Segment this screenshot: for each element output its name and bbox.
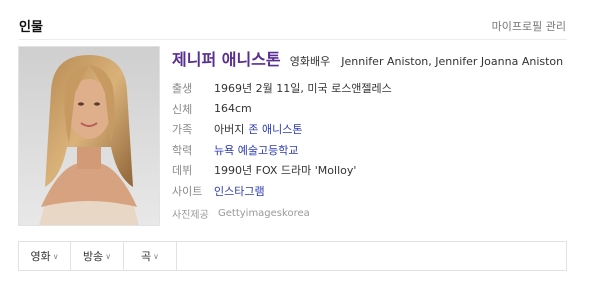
site-label: 사이트 [172, 184, 203, 198]
photo-credit-row: 사진제공 Gettyimageskorea [172, 203, 392, 224]
credit-value: Gettyimageskorea [218, 207, 310, 219]
person-name-link[interactable]: 제니퍼 애니스톤 [172, 50, 281, 69]
english-name: Jennifer Aniston, Jennifer Joanna Anisto… [341, 55, 564, 68]
instagram-link[interactable]: 인스타그램 [214, 183, 265, 199]
debut-value: 1990년 FOX 드라마 'Molloy' [214, 164, 357, 178]
education-link[interactable]: 뉴욕 예술고등학교 [214, 142, 298, 158]
tab-song-label: 곡 [141, 250, 152, 263]
tab-song[interactable]: 곡 ∨ [124, 242, 177, 270]
person-photo-illustration [19, 47, 159, 225]
birth-label: 출생 [172, 82, 193, 96]
chevron-down-icon: ∨ [105, 251, 112, 261]
tab-broadcast[interactable]: 방송 ∨ [71, 242, 124, 270]
tab-movie-label: 영화 [30, 250, 51, 263]
debut-row: 데뷔 1990년 FOX 드라마 'Molloy' [172, 160, 392, 181]
category-tabs: 영화 ∨ 방송 ∨ 곡 ∨ [18, 241, 567, 271]
occupation: 영화배우 [289, 55, 331, 68]
divider [19, 39, 567, 40]
manage-profile-link[interactable]: 마이프로필 관리 [492, 18, 566, 34]
family-label: 가족 [172, 123, 193, 137]
body-label: 신체 [172, 102, 193, 116]
family-link[interactable]: 존 애니스톤 [248, 121, 302, 137]
section-title: 인물 [19, 20, 43, 35]
site-row: 사이트 인스타그램 [172, 181, 392, 202]
tab-movie[interactable]: 영화 ∨ [19, 242, 71, 270]
chevron-down-icon: ∨ [153, 251, 159, 261]
profile-details: 출생 1969년 2월 11일, 미국 로스앤젤레스 신체 164cm 가족 아… [172, 78, 392, 224]
education-label: 학력 [172, 143, 193, 157]
body-row: 신체 164cm [172, 99, 392, 120]
tab-broadcast-label: 방송 [82, 250, 104, 263]
chevron-down-icon: ∨ [52, 251, 59, 261]
birth-value: 1969년 2월 11일, 미국 로스앤젤레스 [214, 82, 392, 96]
name-row: 제니퍼 애니스톤 영화배우 Jennifer Aniston, Jennifer… [172, 46, 563, 70]
family-prefix: 아버지 [214, 123, 245, 137]
credit-label: 사진제공 [172, 209, 209, 221]
birth-row: 출생 1969년 2월 11일, 미국 로스앤젤레스 [172, 78, 392, 99]
education-row: 학력 뉴욕 예술고등학교 [172, 140, 392, 161]
family-row: 가족 아버지 존 애니스톤 [172, 119, 392, 140]
body-value: 164cm [214, 102, 252, 116]
profile-photo[interactable] [18, 46, 160, 226]
debut-label: 데뷔 [172, 164, 193, 178]
